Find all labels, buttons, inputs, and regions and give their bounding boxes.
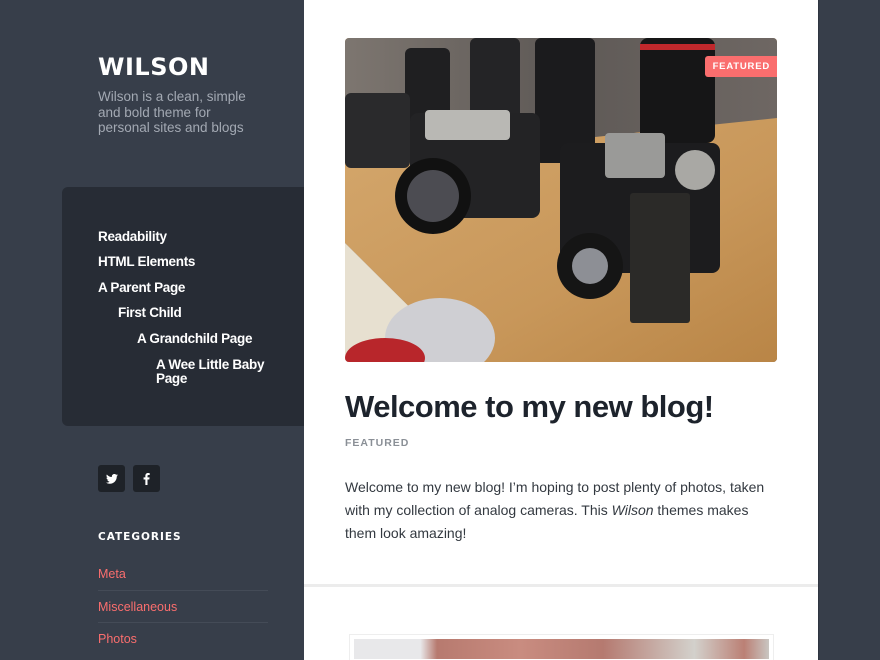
categories-list: Meta Miscellaneous Photos: [98, 558, 268, 656]
nav-item-grandchild-page[interactable]: A Grandchild Page: [137, 332, 252, 346]
site-description: Wilson is a clean, simple and bold theme…: [98, 89, 246, 135]
featured-badge: FEATURED: [704, 56, 777, 77]
category-link-miscellaneous[interactable]: Miscellaneous: [98, 591, 268, 623]
post-category[interactable]: FEATURED: [345, 437, 409, 449]
nav-item-baby-page[interactable]: A Wee Little Baby Page: [156, 358, 276, 386]
sidebar: WILSON Wilson is a clean, simple and bol…: [0, 0, 304, 660]
category-link-photos[interactable]: Photos: [98, 623, 268, 656]
cameras-photo: [345, 38, 777, 362]
post-featured: FEATURED Welcome to my new blog! FEATURE…: [304, 0, 818, 585]
building-photo: [354, 639, 769, 659]
facebook-button[interactable]: [133, 465, 160, 492]
excerpt-emphasis: Wilson: [611, 502, 654, 518]
next-post-image[interactable]: [349, 634, 774, 660]
right-margin: [818, 0, 880, 660]
content-area: FEATURED Welcome to my new blog! FEATURE…: [304, 0, 818, 660]
post-divider: [304, 584, 818, 587]
social-links: [98, 465, 160, 492]
site-title-link[interactable]: WILSON: [98, 53, 209, 81]
post-excerpt: Welcome to my new blog! I’m hoping to po…: [345, 476, 765, 545]
category-link-meta[interactable]: Meta: [98, 558, 268, 591]
nav-item-html-elements[interactable]: HTML Elements: [98, 255, 195, 269]
nav-item-readability[interactable]: Readability: [98, 230, 167, 244]
post-title[interactable]: Welcome to my new blog!: [345, 389, 714, 425]
categories-widget-title: CATEGORIES: [98, 531, 182, 543]
facebook-icon: [143, 472, 150, 485]
featured-image[interactable]: FEATURED: [345, 38, 777, 362]
nav-item-first-child[interactable]: First Child: [118, 306, 182, 320]
nav-item-parent-page[interactable]: A Parent Page: [98, 281, 185, 295]
main-navigation: Readability HTML Elements A Parent Page …: [62, 187, 304, 426]
twitter-icon: [105, 473, 118, 484]
twitter-button[interactable]: [98, 465, 125, 492]
